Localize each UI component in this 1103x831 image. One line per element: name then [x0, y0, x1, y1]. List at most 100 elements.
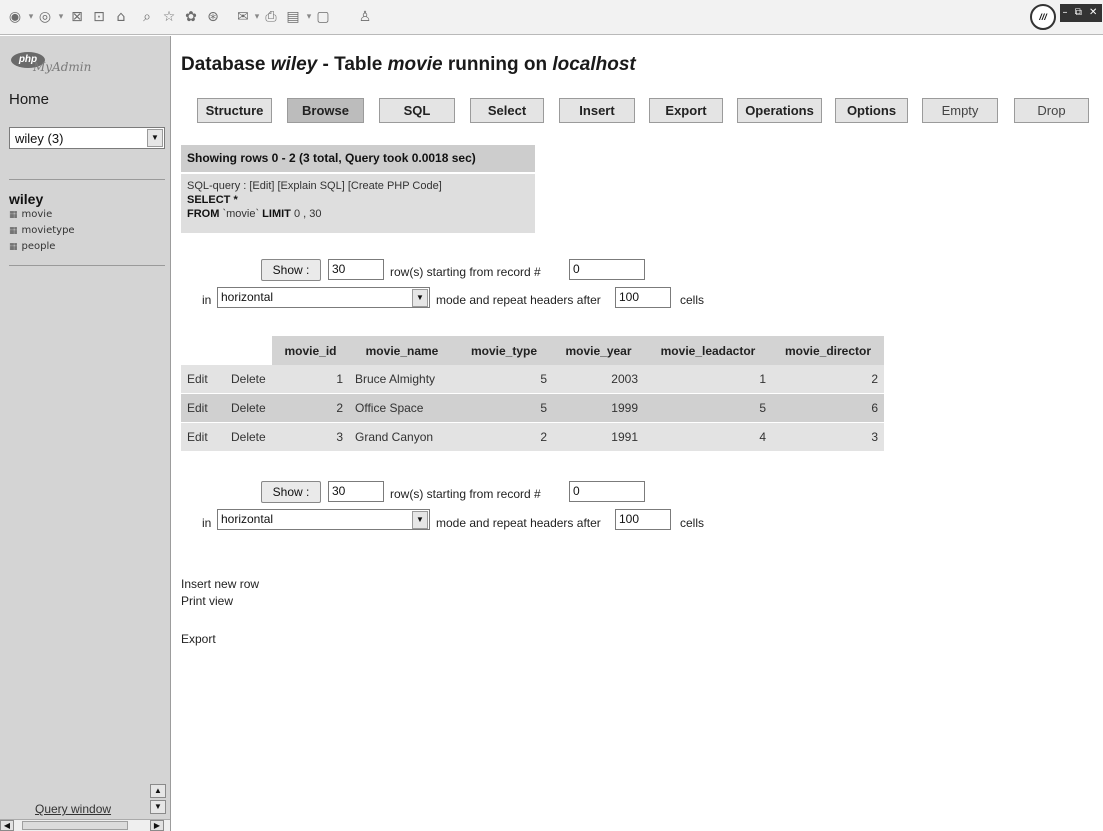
- divider: [9, 265, 165, 266]
- explain-sql-link[interactable]: [Explain SQL]: [278, 180, 345, 192]
- cell-movie-type: 5: [455, 365, 553, 394]
- tab-select[interactable]: Select: [470, 98, 544, 123]
- title-text: - Table: [317, 54, 388, 75]
- cell-movie-leadactor: 1: [644, 365, 772, 394]
- tab-browse[interactable]: Browse: [287, 98, 364, 123]
- create-php-code-link[interactable]: [Create PHP Code]: [348, 180, 442, 192]
- favorites-icon[interactable]: ☆: [160, 8, 178, 26]
- tab-drop[interactable]: Drop: [1014, 98, 1089, 123]
- table-link-movietype[interactable]: ▦ movietype: [9, 225, 75, 236]
- cell-movie-director: 3: [772, 423, 884, 452]
- horizontal-scrollbar[interactable]: ◀ ▶: [0, 819, 170, 831]
- scroll-down-arrow[interactable]: ▼: [150, 800, 166, 814]
- edit-row-link[interactable]: Edit: [181, 423, 225, 452]
- chevron-down-icon[interactable]: ▼: [412, 511, 428, 529]
- rows-count-input[interactable]: 30: [328, 481, 384, 502]
- export-link[interactable]: Export: [181, 632, 216, 646]
- column-header-movie-director[interactable]: movie_director: [772, 336, 884, 365]
- chevron-down-icon[interactable]: ▼: [147, 129, 163, 147]
- column-header-movie-year[interactable]: movie_year: [553, 336, 644, 365]
- scroll-left-arrow[interactable]: ◀: [0, 820, 14, 831]
- table-icon: ▦: [9, 210, 18, 220]
- phpmyadmin-logo[interactable]: php MyAdmin: [11, 50, 111, 76]
- tab-empty[interactable]: Empty: [922, 98, 998, 123]
- sql-text: 0 , 30: [290, 208, 322, 220]
- cells-label: cells: [680, 516, 705, 530]
- tab-options[interactable]: Options: [835, 98, 908, 123]
- edit-sql-link[interactable]: [Edit]: [249, 180, 274, 192]
- print-view-link[interactable]: Print view: [181, 594, 233, 608]
- delete-row-link[interactable]: Delete: [225, 423, 272, 452]
- sql-query-line: SQL-query : [Edit] [Explain SQL] [Create…: [187, 179, 535, 193]
- chevron-down-icon[interactable]: ▼: [412, 289, 428, 307]
- print-icon[interactable]: ⎙: [262, 8, 280, 26]
- window-controls[interactable]: – ⧉ ✕: [1060, 4, 1102, 22]
- tab-operations[interactable]: Operations: [737, 98, 822, 123]
- display-mode-select[interactable]: horizontal ▼: [217, 287, 430, 308]
- tab-structure[interactable]: Structure: [197, 98, 272, 123]
- table-row: Edit Delete 1 Bruce Almighty 5 2003 1 2: [181, 365, 884, 394]
- divider: [9, 179, 165, 180]
- cell-movie-year: 1999: [553, 394, 644, 423]
- refresh-icon[interactable]: ⊡: [90, 8, 108, 26]
- home-icon[interactable]: ⌂: [112, 8, 130, 26]
- repeat-headers-input[interactable]: 100: [615, 287, 671, 308]
- media-icon[interactable]: ✿: [182, 8, 200, 26]
- title-database-name: wiley: [270, 54, 318, 75]
- title-table-name: movie: [387, 54, 443, 75]
- repeat-headers-input[interactable]: 100: [615, 509, 671, 530]
- column-header-movie-leadactor[interactable]: movie_leadactor: [644, 336, 772, 365]
- rows-count-input[interactable]: 30: [328, 259, 384, 280]
- tab-insert[interactable]: Insert: [559, 98, 635, 123]
- query-window-link[interactable]: Query window: [35, 802, 111, 816]
- sql-query-line: SELECT *: [187, 193, 535, 207]
- sql-keyword: FROM: [187, 208, 220, 220]
- display-mode-select[interactable]: horizontal ▼: [217, 509, 430, 530]
- cell-movie-year: 1991: [553, 423, 644, 452]
- blank-header: [181, 336, 225, 365]
- query-result-notice: Showing rows 0 - 2 (3 total, Query took …: [181, 145, 535, 172]
- insert-new-row-link[interactable]: Insert new row: [181, 577, 259, 591]
- database-select-value: wiley (3): [15, 131, 64, 146]
- discuss-icon[interactable]: ▢: [314, 8, 332, 26]
- page-title: Database wiley - Table movie running on …: [181, 54, 636, 76]
- search-icon[interactable]: ⌕: [138, 8, 156, 26]
- table-link-label: movietype: [21, 225, 75, 236]
- sql-query-label: SQL-query :: [187, 180, 250, 192]
- scroll-up-arrow[interactable]: ▲: [150, 784, 166, 798]
- show-button[interactable]: Show :: [261, 481, 321, 503]
- start-record-input[interactable]: 0: [569, 481, 645, 502]
- column-header-movie-id[interactable]: movie_id: [272, 336, 349, 365]
- display-mode-value: horizontal: [221, 512, 274, 526]
- table-link-movie[interactable]: ▦ movie: [9, 209, 52, 220]
- tab-sql[interactable]: SQL: [379, 98, 455, 123]
- column-header-movie-name[interactable]: movie_name: [349, 336, 455, 365]
- edit-row-link[interactable]: Edit: [181, 394, 225, 423]
- tab-export[interactable]: Export: [649, 98, 723, 123]
- sql-keyword: SELECT *: [187, 194, 238, 206]
- cell-movie-id: 1: [272, 365, 349, 394]
- history-icon[interactable]: ⊛: [204, 8, 222, 26]
- stop-icon[interactable]: ⊠: [68, 8, 86, 26]
- messenger-icon[interactable]: ♙: [356, 8, 374, 26]
- scrollbar-thumb[interactable]: [22, 821, 128, 830]
- scroll-right-arrow[interactable]: ▶: [150, 820, 164, 831]
- sql-keyword: LIMIT: [262, 208, 291, 220]
- start-record-input[interactable]: 0: [569, 259, 645, 280]
- cell-movie-name: Bruce Almighty: [349, 365, 455, 394]
- cell-movie-type: 2: [455, 423, 553, 452]
- myadmin-logo-text: MyAdmin: [33, 60, 92, 74]
- sql-query-line: FROM `movie` LIMIT 0 , 30: [187, 207, 535, 221]
- home-link[interactable]: Home: [9, 91, 49, 108]
- cell-movie-leadactor: 4: [644, 423, 772, 452]
- table-link-people[interactable]: ▦ people: [9, 241, 55, 252]
- delete-row-link[interactable]: Delete: [225, 365, 272, 394]
- column-header-movie-type[interactable]: movie_type: [455, 336, 553, 365]
- delete-row-link[interactable]: Delete: [225, 394, 272, 423]
- edit-row-link[interactable]: Edit: [181, 365, 225, 394]
- show-button[interactable]: Show :: [261, 259, 321, 281]
- blank-header: [225, 336, 272, 365]
- windows-logo: ///: [1030, 4, 1056, 30]
- database-select[interactable]: wiley (3) ▼: [9, 127, 165, 149]
- database-name-link[interactable]: wiley: [9, 191, 43, 207]
